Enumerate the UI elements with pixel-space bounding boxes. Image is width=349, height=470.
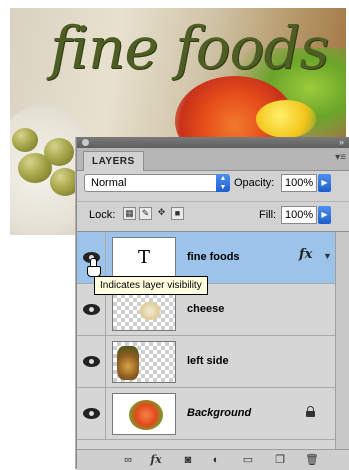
blend-mode-select[interactable]: Normal ▲ ▼ — [84, 174, 230, 192]
layers-list: T fine foods fx ▼ cheese left side Backg… — [77, 231, 349, 450]
layer-row-background[interactable]: Background — [77, 388, 335, 440]
layer-name[interactable]: fine foods — [187, 251, 240, 263]
fill-slider-arrow-icon[interactable]: ▶ — [318, 206, 331, 224]
layer-name[interactable]: left side — [187, 355, 229, 367]
lock-all-icon[interactable]: ■ — [171, 207, 184, 220]
visibility-toggle[interactable] — [77, 388, 106, 440]
lock-position-icon[interactable]: ✥ — [155, 207, 168, 220]
panel-bottom-bar: ∞ fx ◙ ◐ ▭ ❐ 🗑 — [77, 449, 349, 470]
olive-image — [44, 138, 74, 166]
opacity-input[interactable]: 100% — [281, 174, 317, 192]
left-side-thumbnail-art — [117, 346, 139, 380]
blend-mode-value: Normal — [91, 177, 127, 189]
delete-trash-icon[interactable]: 🗑 — [305, 453, 319, 467]
fill-label: Fill: — [259, 209, 277, 221]
layer-thumbnail: T — [112, 237, 176, 279]
layer-name[interactable]: cheese — [187, 303, 224, 315]
panel-titlebar[interactable]: » — [77, 137, 349, 148]
lock-image-pixels-icon[interactable]: ✎ — [139, 207, 152, 220]
canvas-title-text: fine foods — [50, 14, 329, 82]
layer-row-left-side[interactable]: left side — [77, 336, 335, 388]
fx-icon[interactable]: fx — [299, 247, 312, 262]
visibility-toggle[interactable] — [77, 336, 106, 388]
layer-style-fx-icon[interactable]: fx — [149, 453, 163, 467]
cheese-thumbnail-art — [139, 302, 161, 320]
adjustment-layer-icon[interactable]: ◐ — [209, 453, 223, 467]
layer-thumbnail — [112, 393, 176, 435]
blend-row: Normal ▲ ▼ Opacity: 100% ▶ — [77, 173, 349, 195]
up-down-arrows-icon[interactable]: ▲ ▼ — [216, 174, 230, 192]
panel-tab-row: LAYERS ▾≡ — [77, 148, 349, 171]
collapse-arrows-icon[interactable]: » — [339, 137, 344, 148]
scrollbar[interactable] — [335, 232, 349, 450]
opacity-slider-arrow-icon[interactable]: ▶ — [318, 174, 331, 192]
type-layer-icon: T — [137, 247, 150, 268]
layer-thumbnail — [112, 341, 176, 383]
layer-thumbnail — [112, 289, 176, 331]
hand-cursor-icon — [86, 258, 101, 277]
olive-image — [12, 128, 38, 152]
new-group-folder-icon[interactable]: ▭ — [241, 453, 255, 467]
pepper-image — [256, 100, 316, 138]
close-icon[interactable] — [82, 139, 89, 146]
layers-panel: » LAYERS ▾≡ Normal ▲ ▼ Opacity: 100% ▶ Lo… — [76, 137, 349, 470]
opacity-label: Opacity: — [234, 177, 275, 189]
eye-icon[interactable] — [83, 304, 100, 315]
lock-transparent-pixels-icon[interactable]: ▦ — [123, 207, 136, 220]
expand-effects-arrow-icon[interactable]: ▼ — [323, 251, 332, 261]
eye-icon[interactable] — [83, 356, 100, 367]
lock-icon — [305, 406, 316, 417]
new-layer-icon[interactable]: ❐ — [273, 453, 287, 467]
add-mask-icon[interactable]: ◙ — [181, 453, 195, 467]
lock-label: Lock: — [89, 209, 116, 221]
background-thumbnail-art — [129, 400, 163, 430]
fill-input[interactable]: 100% — [281, 206, 317, 224]
eye-icon[interactable] — [83, 408, 100, 419]
link-layers-icon[interactable]: ∞ — [121, 453, 135, 467]
lock-row: Lock: ▦ ✎ ✥ ■ Fill: 100% ▶ — [77, 201, 349, 226]
tooltip: Indicates layer visibility — [94, 276, 208, 295]
layer-name[interactable]: Background — [187, 407, 251, 419]
tab-layers[interactable]: LAYERS — [83, 151, 144, 171]
panel-menu-icon[interactable]: ▾≡ — [335, 152, 346, 163]
